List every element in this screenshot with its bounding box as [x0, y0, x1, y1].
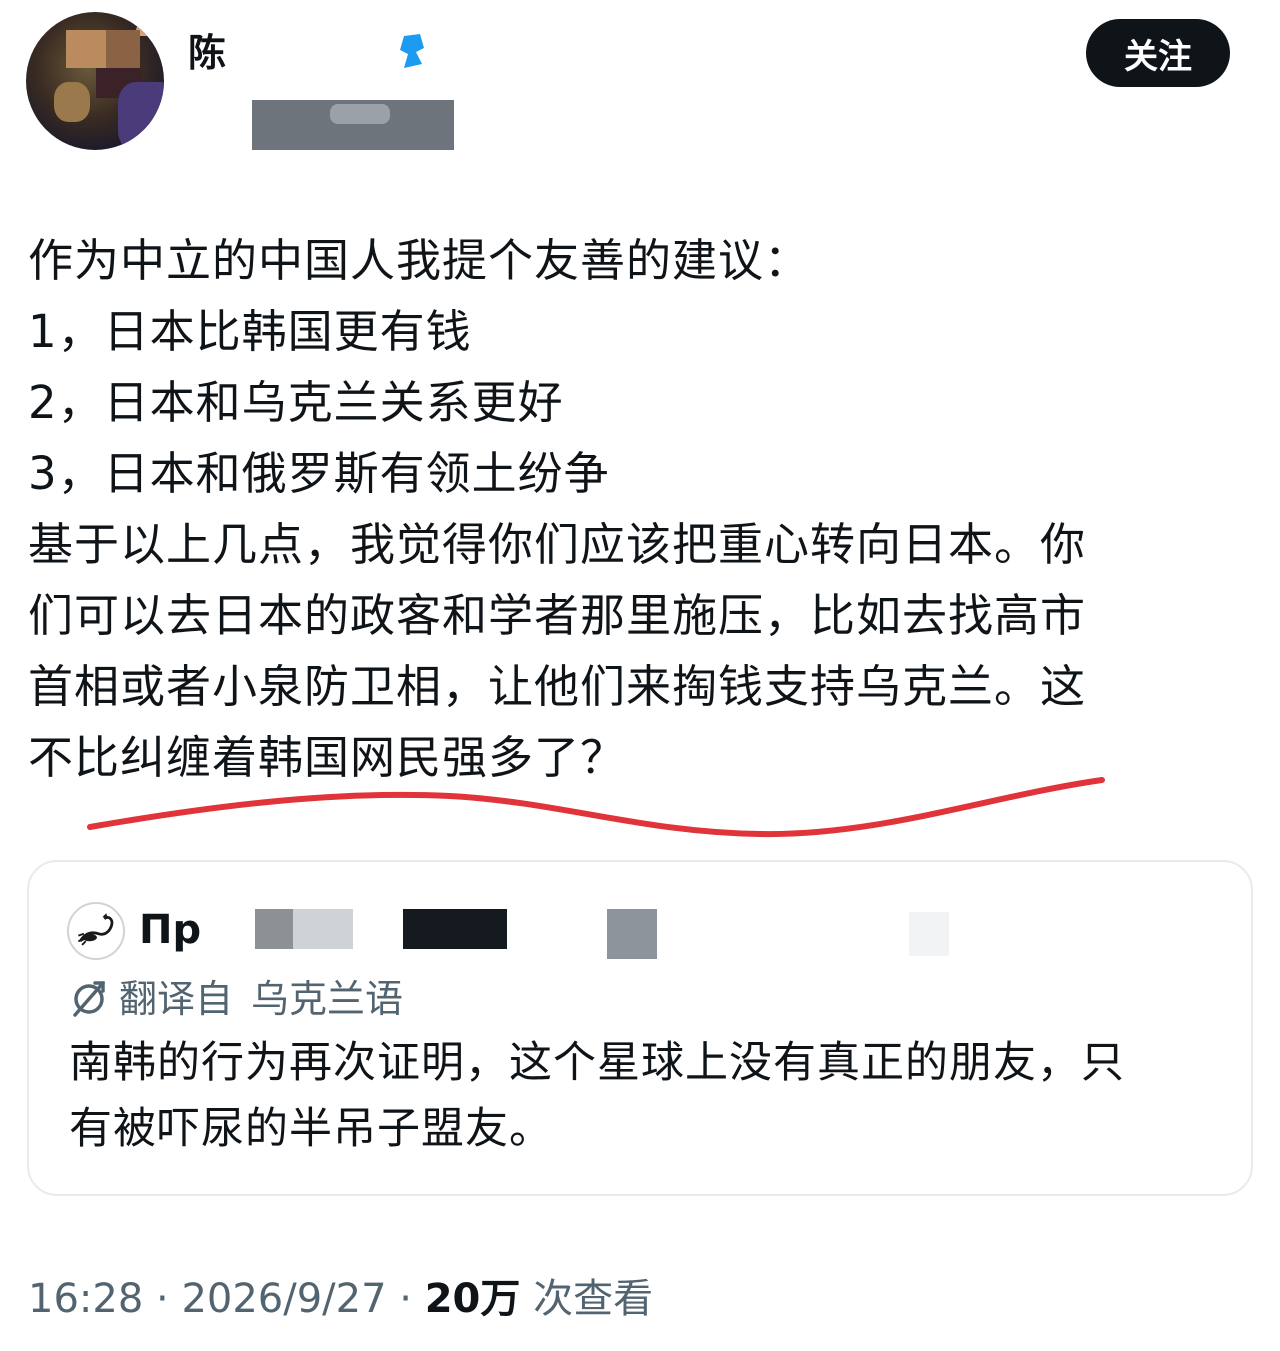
post-metadata: 16:28 · 2026/9/27 · 20万 次查看: [28, 1273, 653, 1325]
post-date[interactable]: 2026/9/27: [181, 1276, 386, 1322]
translate-label: 翻译自: [119, 977, 234, 1021]
quoted-author-name[interactable]: Пр: [139, 906, 201, 954]
views-label: 次查看: [533, 1276, 654, 1322]
translation-notice[interactable]: 翻译自 乌克兰语: [69, 974, 403, 1024]
quoted-post-text: 南韩的行为再次证明，这个星球上没有真正的朋友，只 有被吓尿的半吊子盟友。: [69, 1030, 1239, 1162]
quoted-post-card[interactable]: Пр 翻译自 乌克兰语 南韩的行为再次证明，这个星球上没有真正的朋友，只 有被吓…: [27, 860, 1253, 1196]
redaction-block: [255, 909, 293, 949]
source-language: 乌克兰语: [251, 977, 404, 1021]
separator: ·: [143, 1276, 182, 1322]
views-count: 20万: [424, 1276, 521, 1322]
quote-line: 有被吓尿的半吊子盟友。: [69, 1104, 553, 1154]
quote-line: 南韩的行为再次证明，这个星球上没有真正的朋友，只: [69, 1038, 1125, 1088]
redaction-block: [909, 912, 949, 956]
redaction-block: [293, 909, 353, 949]
translate-icon: [73, 981, 105, 1017]
scorpion-avatar-icon[interactable]: [67, 902, 125, 960]
post-time[interactable]: 16:28: [28, 1276, 143, 1322]
separator: ·: [386, 1276, 425, 1322]
redaction-block: [607, 909, 657, 959]
redaction-block: [403, 909, 507, 949]
